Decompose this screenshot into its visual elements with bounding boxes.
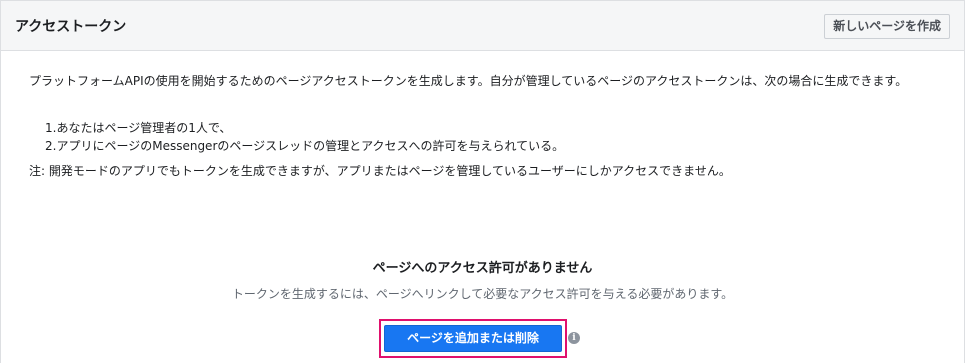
highlight-frame: ページを追加または削除	[379, 319, 567, 358]
condition-item-1: 1.あなたはページ管理者の1人で、	[45, 121, 232, 135]
description-text: プラットフォームAPIの使用を開始するためのページアクセストークンを生成します。…	[29, 74, 908, 88]
empty-state-subtitle: トークンを生成するには、ページへリンクして必要なアクセス許可を与える必要がありま…	[231, 287, 734, 301]
panel-header: アクセストークン 新しいページを作成	[1, 1, 964, 51]
conditions-list: 1.あなたはページ管理者の1人で、 2.アプリにページのMessengerのペー…	[45, 119, 955, 155]
create-new-page-button[interactable]: 新しいページを作成	[824, 14, 950, 39]
condition-item-2: 2.アプリにページのMessengerのページスレッドの管理とアクセスへの許可を…	[45, 139, 565, 153]
note-text: 注: 開発モードのアプリでもトークンを生成できますが、アプリまたはページを管理し…	[29, 164, 731, 178]
panel-title: アクセストークン	[15, 19, 127, 35]
info-icon[interactable]: i	[568, 332, 580, 344]
add-or-remove-pages-button[interactable]: ページを追加または削除	[384, 325, 562, 352]
empty-state-title: ページへのアクセス許可がありません	[372, 261, 593, 276]
access-token-panel: アクセストークン 新しいページを作成 プラットフォームAPIの使用を開始するため…	[0, 0, 965, 363]
